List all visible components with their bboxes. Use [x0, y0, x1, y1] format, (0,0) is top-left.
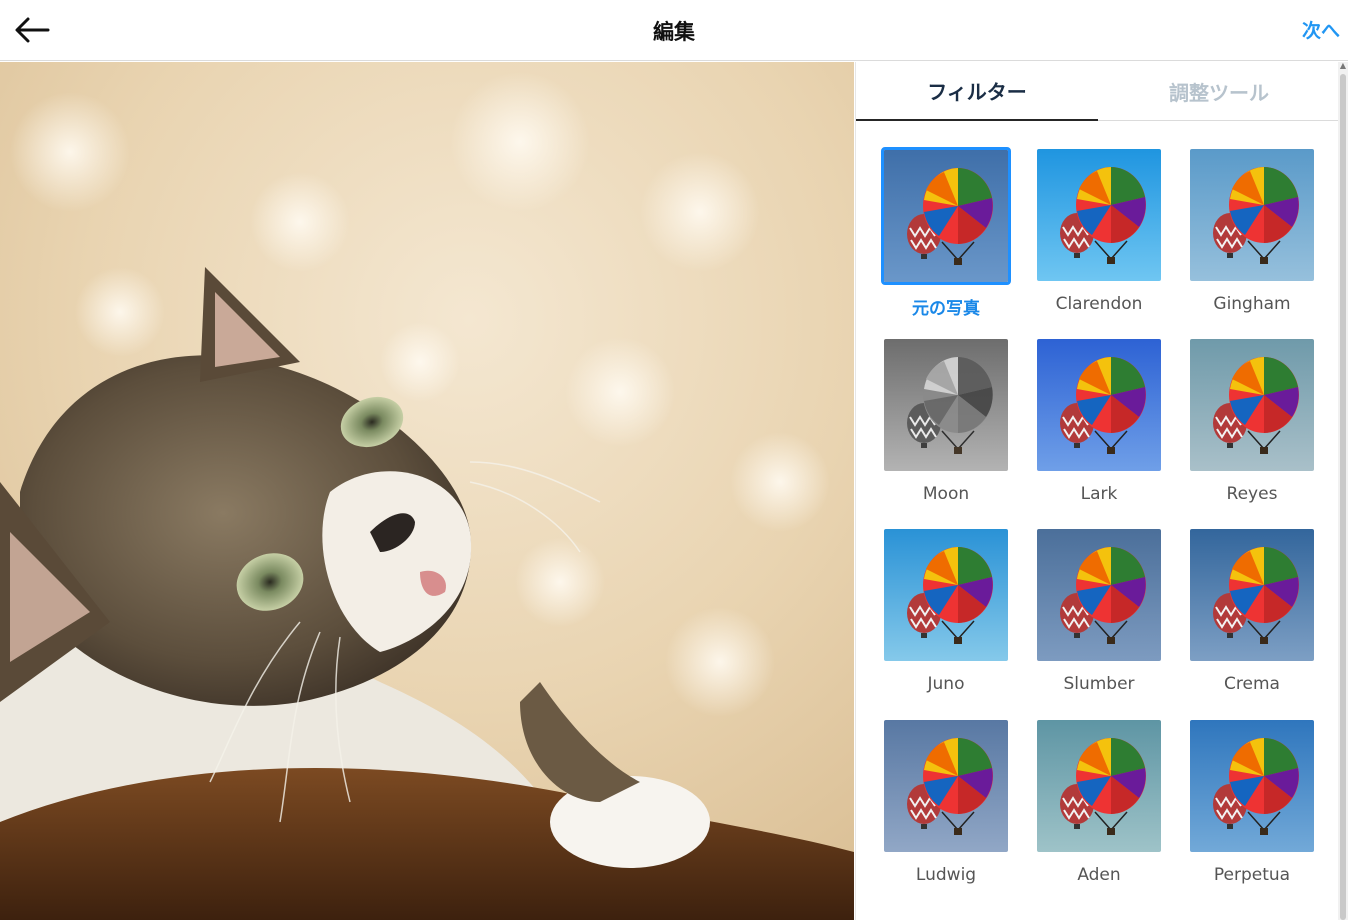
filter-name: Lark [1080, 484, 1118, 504]
filter-name: Crema [1224, 674, 1280, 694]
filter-thumbnail [881, 147, 1011, 285]
filter-item[interactable]: Aden [1034, 720, 1164, 900]
edit-panel: フィルター 調整ツール 元の写真 Clarendon Gingham Moon … [855, 62, 1339, 920]
filter-thumbnail [884, 529, 1008, 661]
filter-thumbnail [884, 720, 1008, 852]
filter-thumbnail [1037, 339, 1161, 471]
filter-name: Reyes [1226, 484, 1278, 504]
filter-item[interactable]: Juno [881, 529, 1011, 709]
scroll-up-arrow[interactable]: ▲ [1339, 62, 1347, 70]
tab-adjust[interactable]: 調整ツール [1098, 62, 1340, 121]
filter-item[interactable]: Lark [1034, 339, 1164, 519]
filter-item[interactable]: Moon [881, 339, 1011, 519]
page-title: 編集 [653, 20, 695, 44]
filter-thumbnail [1037, 720, 1161, 852]
scrollbar-thumb[interactable] [1340, 74, 1346, 920]
filter-item[interactable]: 元の写真 [881, 147, 1011, 329]
filter-thumbnail [1037, 149, 1161, 281]
next-button[interactable]: 次へ [1302, 16, 1340, 43]
filter-item[interactable]: Slumber [1034, 529, 1164, 709]
filter-thumbnail [1037, 529, 1161, 661]
filter-name: Aden [1077, 865, 1121, 885]
top-bar: 編集 次へ [0, 0, 1348, 61]
filter-item[interactable]: Reyes [1187, 339, 1317, 519]
filter-item[interactable]: Perpetua [1187, 720, 1317, 900]
filter-name: 元の写真 [912, 299, 980, 319]
filter-thumbnail [884, 339, 1008, 471]
filter-name: Perpetua [1213, 865, 1291, 885]
filter-thumbnail [1190, 720, 1314, 852]
tab-bar: フィルター 調整ツール [856, 62, 1339, 121]
filter-thumbnail [1190, 529, 1314, 661]
filter-name: Moon [922, 484, 970, 504]
filter-thumbnail [1190, 149, 1314, 281]
kitten-photo [0, 62, 854, 920]
filter-name: Slumber [1063, 674, 1135, 694]
filter-item[interactable]: Gingham [1187, 149, 1317, 329]
filter-name: Clarendon [1055, 294, 1143, 314]
filter-name: Gingham [1213, 294, 1291, 314]
filter-item[interactable]: Ludwig [881, 720, 1011, 900]
filter-thumbnail [1190, 339, 1314, 471]
tab-filters[interactable]: フィルター [856, 62, 1098, 121]
photo-preview [0, 62, 854, 920]
filter-name: Ludwig [915, 865, 977, 885]
filter-item[interactable]: Clarendon [1034, 149, 1164, 329]
filter-item[interactable]: Crema [1187, 529, 1317, 709]
scrollbar[interactable]: ▲ [1338, 62, 1348, 920]
filter-name: Juno [927, 674, 965, 694]
